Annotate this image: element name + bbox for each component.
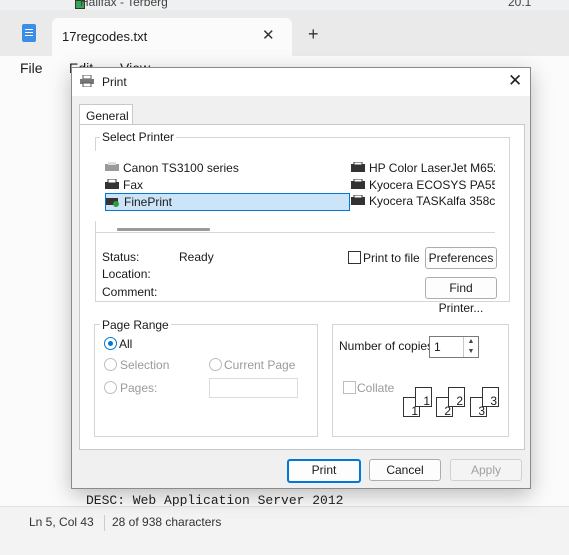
background-strip-number: 20.1 bbox=[508, 0, 532, 9]
tab-general-label: General bbox=[86, 109, 129, 123]
printer-icon bbox=[351, 195, 365, 205]
printer-name: FinePrint bbox=[124, 195, 173, 209]
range-pages-radio[interactable] bbox=[104, 381, 117, 394]
default-printer-icon bbox=[106, 198, 119, 207]
printer-icon bbox=[105, 162, 119, 171]
dialog-title: Print bbox=[102, 75, 127, 89]
printer-name: Kyocera TASKalfa 358ci bbox=[369, 194, 495, 208]
tab-general[interactable]: General bbox=[79, 104, 133, 125]
background-strip-text: Halifax - Terberg bbox=[80, 0, 168, 9]
printer-item[interactable]: Kyocera TASKalfa 358ci bbox=[351, 193, 495, 209]
range-current-radio[interactable] bbox=[209, 358, 222, 371]
tab-title: 17regcodes.txt bbox=[62, 29, 148, 44]
print-to-file-checkbox[interactable] bbox=[348, 251, 361, 264]
character-count: 28 of 938 characters bbox=[112, 515, 222, 529]
printer-item[interactable]: Fax bbox=[105, 177, 345, 193]
status-divider bbox=[104, 515, 105, 531]
range-selection-label: Selection bbox=[120, 358, 170, 372]
printer-list[interactable]: Canon TS3100 series Fax FinePrint HP Col… bbox=[95, 151, 495, 221]
range-pages-label: Pages: bbox=[120, 381, 158, 395]
printer-name: Kyocera ECOSYS PA5500x bbox=[369, 178, 495, 192]
location-label: Location: bbox=[102, 267, 151, 281]
printer-item-selected[interactable]: FinePrint bbox=[105, 193, 350, 211]
printer-item[interactable]: Canon TS3100 series bbox=[105, 160, 345, 176]
find-printer-button[interactable]: Find Printer... bbox=[425, 277, 497, 315]
editor-line: DESC: Web Application Server 2012 bbox=[86, 493, 344, 506]
printer-list-scrollbar[interactable] bbox=[117, 228, 210, 231]
printer-icon bbox=[351, 179, 365, 189]
status-label: Status: bbox=[102, 250, 140, 264]
status-value: Ready bbox=[179, 250, 214, 264]
printer-name: Canon TS3100 series bbox=[123, 161, 239, 175]
cancel-button[interactable]: Cancel bbox=[369, 459, 441, 481]
dialog-title-bar: Print ✕ bbox=[72, 68, 530, 96]
printer-name: Fax bbox=[123, 178, 144, 192]
status-bar: Ln 5, Col 43 28 of 938 characters bbox=[0, 506, 569, 555]
select-printer-label: Select Printer bbox=[100, 130, 177, 144]
comment-label: Comment: bbox=[102, 285, 158, 299]
dialog-tabs: General bbox=[79, 104, 523, 125]
page-range-label: Page Range bbox=[100, 318, 171, 332]
tab-17regcodes[interactable]: 17regcodes.txt ✕ bbox=[52, 18, 292, 56]
print-to-file-label: Print to file bbox=[363, 251, 420, 265]
collate-page: 3 bbox=[482, 387, 499, 408]
cursor-position: Ln 5, Col 43 bbox=[29, 515, 94, 529]
copies-value: 1 bbox=[434, 340, 441, 354]
printer-item[interactable]: Kyocera ECOSYS PA5500x bbox=[351, 177, 495, 193]
chevron-down-icon[interactable]: ▼ bbox=[464, 347, 478, 357]
notepad-icon bbox=[22, 24, 36, 42]
print-button[interactable]: Print bbox=[287, 459, 361, 483]
copies-label: Number of copies: bbox=[339, 339, 437, 353]
copies-stepper[interactable]: 1 ▲ ▼ bbox=[429, 336, 479, 358]
printer-item[interactable]: HP Color LaserJet M652 [ bbox=[351, 160, 495, 176]
range-selection-radio[interactable] bbox=[104, 358, 117, 371]
menu-file[interactable]: File bbox=[20, 60, 43, 76]
copies-spin[interactable]: ▲ ▼ bbox=[463, 337, 478, 357]
pages-input[interactable] bbox=[209, 378, 298, 398]
range-current-label: Current Page bbox=[224, 358, 296, 372]
printer-list-scrolltrack[interactable] bbox=[95, 232, 495, 233]
collate-checkbox[interactable] bbox=[343, 381, 356, 394]
collate-page: 1 bbox=[415, 387, 432, 408]
close-icon[interactable]: ✕ bbox=[508, 71, 522, 91]
range-all-label: All bbox=[119, 337, 133, 351]
chevron-up-icon[interactable]: ▲ bbox=[464, 337, 478, 347]
collate-page: 2 bbox=[448, 387, 465, 408]
printer-icon bbox=[80, 75, 94, 87]
new-tab-icon[interactable]: + bbox=[308, 24, 319, 45]
printer-name: HP Color LaserJet M652 [ bbox=[369, 161, 495, 175]
tab-bar: 17regcodes.txt ✕ + bbox=[0, 10, 569, 56]
preferences-button[interactable]: Preferences bbox=[425, 247, 497, 269]
range-all-radio[interactable] bbox=[104, 337, 117, 350]
printer-icon bbox=[351, 162, 365, 172]
collate-label: Collate bbox=[357, 381, 395, 395]
fax-icon bbox=[105, 179, 119, 189]
close-tab-icon[interactable]: ✕ bbox=[262, 26, 275, 44]
print-dialog: Print ✕ General Select Printer Canon TS3… bbox=[71, 67, 531, 489]
apply-button[interactable]: Apply bbox=[450, 459, 522, 481]
